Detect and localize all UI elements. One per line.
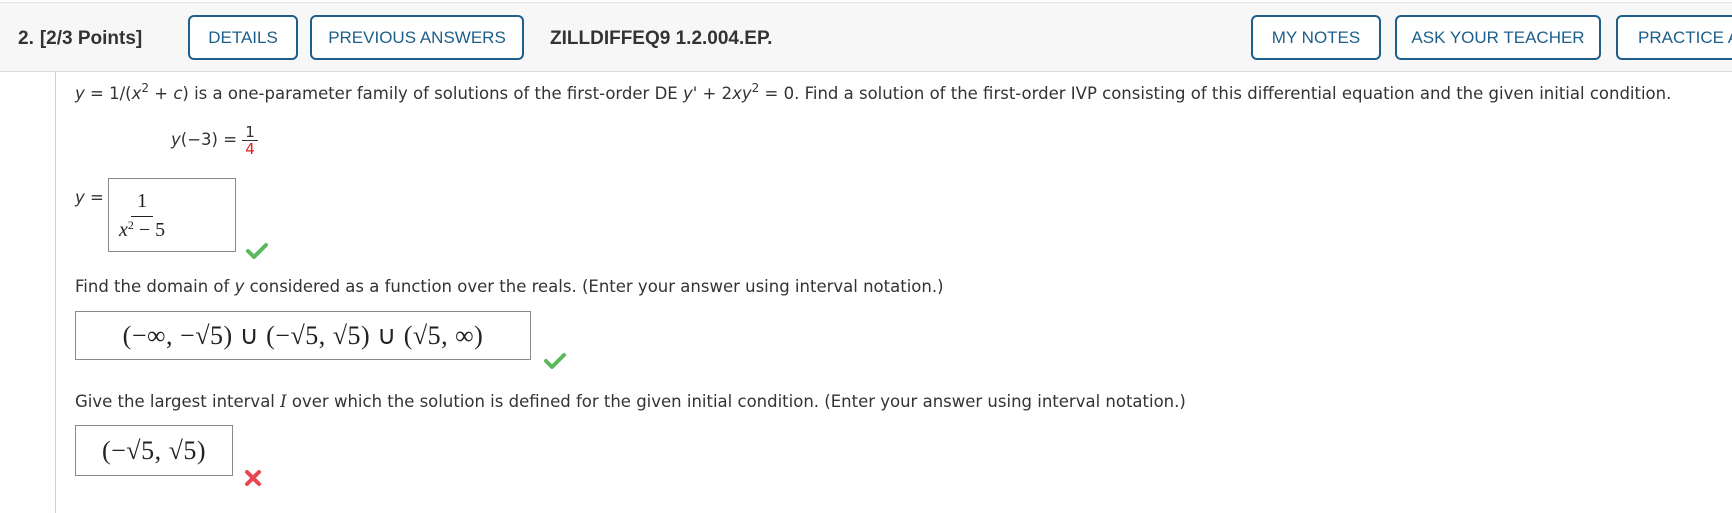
question-id: ZILLDIFFEQ9 1.2.004.EP. (550, 28, 773, 49)
question-number: 2. [2/3 Points] (18, 28, 142, 50)
text: + (148, 84, 174, 103)
exponent: 2 (141, 81, 149, 95)
text: = (84, 188, 104, 207)
text: = 1/( (84, 84, 132, 103)
solution-answer-field[interactable]: 1 x2 − 5 (108, 178, 236, 252)
var-y: y (234, 277, 245, 296)
text: = 0. Find a solution of the first-order … (759, 84, 1672, 103)
var-x: x (119, 218, 128, 241)
domain-answer-field[interactable]: (−∞, −√5) ∪ (−√5, √5) ∪ (√5, ∞) (75, 311, 531, 360)
var-yprime: y' (682, 84, 698, 103)
solution-label: y = (75, 188, 104, 207)
fraction-denominator: 4 (245, 140, 255, 158)
correct-check-icon (246, 243, 268, 259)
initial-value-fraction: 14 (242, 124, 258, 157)
question-number-text: 2. (18, 28, 34, 49)
question-header: 2. [2/3 Points] DETAILS PREVIOUS ANSWERS … (0, 2, 1732, 72)
initial-condition: y(−3) = 14 (171, 124, 258, 157)
var-xy: xy (732, 84, 752, 103)
practice-another-button[interactable]: PRACTICE ANOTHER (1616, 15, 1732, 60)
details-button[interactable]: DETAILS (188, 15, 298, 60)
solution-fraction: 1 x2 − 5 (119, 188, 165, 243)
ask-your-teacher-button[interactable]: ASK YOUR TEACHER (1395, 15, 1601, 60)
var-y: y (171, 130, 181, 149)
var-x: x (131, 84, 142, 103)
interval-prompt: Give the largest interval I over which t… (75, 392, 1186, 411)
domain-prompt: Find the domain of y considered as a fun… (75, 277, 944, 296)
text: Find the domain of (75, 277, 235, 296)
incorrect-x-icon (245, 470, 261, 486)
text: + 2 (697, 84, 733, 103)
text: over which the solution is defined for t… (286, 392, 1186, 411)
var-y: y (75, 84, 85, 103)
text: (−3) = (180, 130, 243, 149)
text: ) is a one-parameter family of solutions… (182, 84, 683, 103)
fraction-numerator: 1 (131, 188, 154, 217)
my-notes-button[interactable]: MY NOTES (1251, 15, 1381, 60)
fraction-numerator: 1 (242, 124, 258, 141)
problem-intro: y = 1/(x2 + c) is a one-parameter family… (75, 81, 1672, 103)
text: Give the largest interval (75, 392, 281, 411)
question-content: y = 1/(x2 + c) is a one-parameter family… (55, 72, 1732, 513)
text: − 5 (133, 218, 166, 241)
var-y: y (75, 188, 85, 207)
fraction-denominator: x2 − 5 (119, 217, 165, 243)
interval-answer-field[interactable]: (−√5, √5) (75, 425, 233, 476)
correct-check-icon (544, 353, 566, 369)
previous-answers-button[interactable]: PREVIOUS ANSWERS (310, 15, 524, 60)
text: considered as a function over the reals.… (244, 277, 944, 296)
points-score: [2/3 Points] (39, 28, 143, 49)
